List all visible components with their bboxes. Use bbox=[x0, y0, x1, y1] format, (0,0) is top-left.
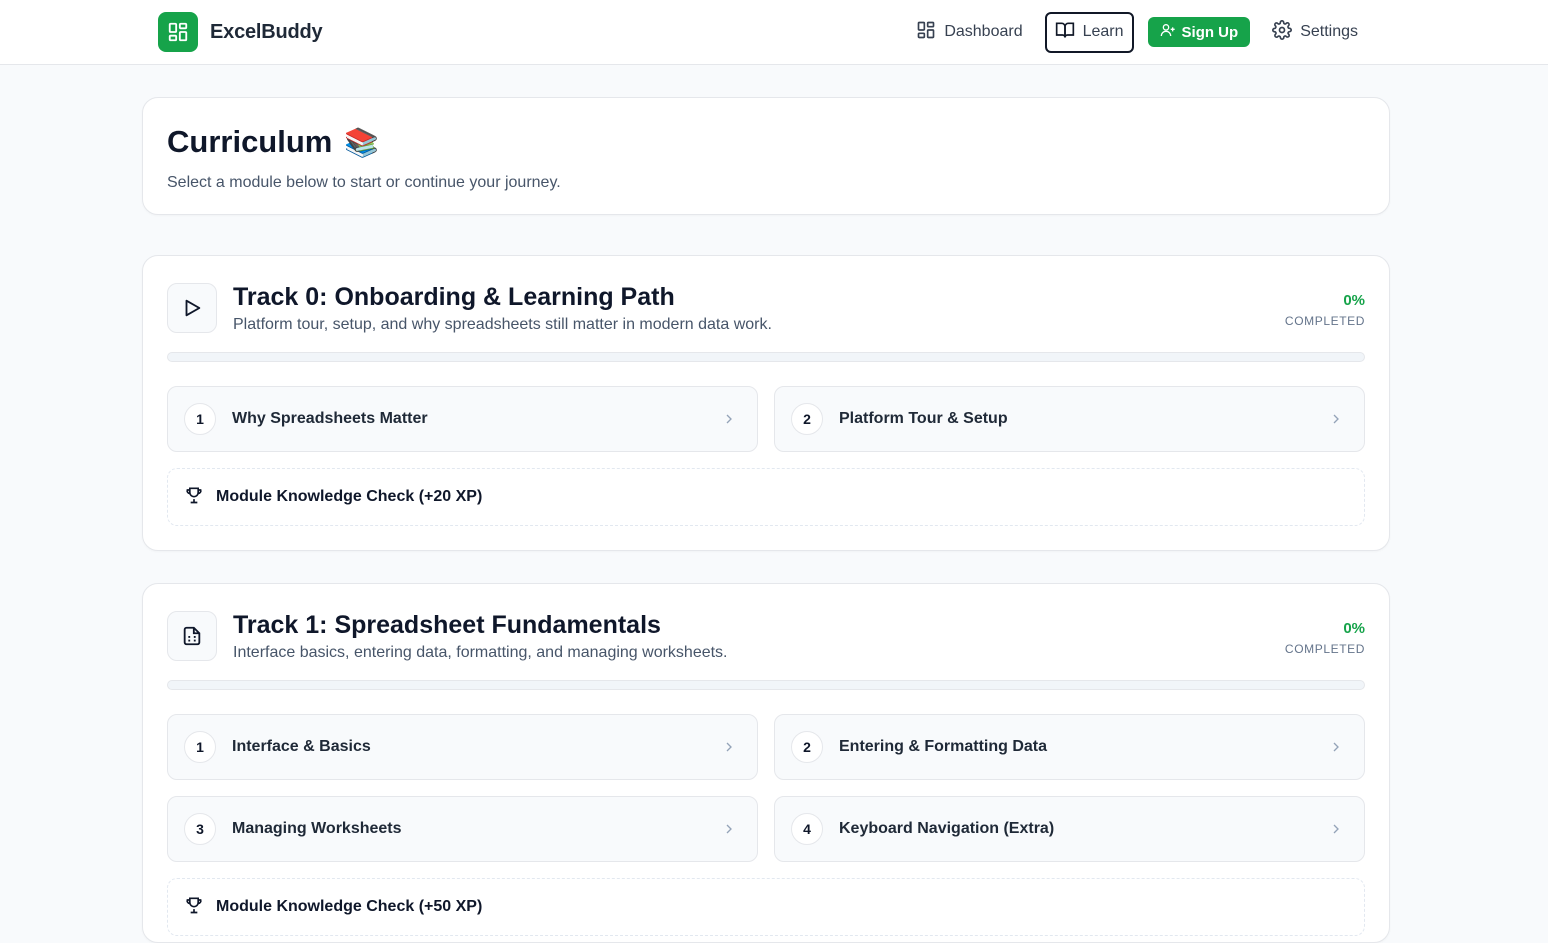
progress-percent: 0% bbox=[1343, 620, 1365, 637]
track-description: Interface basics, entering data, formatt… bbox=[233, 644, 728, 661]
chevron-right-icon bbox=[1328, 821, 1344, 842]
lesson-item[interactable]: 4 Keyboard Navigation (Extra) bbox=[774, 796, 1365, 862]
progress-label: COMPLETED bbox=[1284, 314, 1365, 328]
page-title: Curriculum 📚 bbox=[167, 124, 1365, 160]
chevron-right-icon bbox=[1328, 739, 1344, 760]
track-card: Track 1: Spreadsheet Fundamentals Interf… bbox=[142, 583, 1390, 943]
lesson-title: Platform Tour & Setup bbox=[839, 410, 1008, 427]
chevron-right-icon bbox=[1328, 411, 1344, 432]
lesson-number: 1 bbox=[184, 731, 216, 763]
lesson-item[interactable]: 2 Platform Tour & Setup bbox=[774, 386, 1365, 452]
track-description: Platform tour, setup, and why spreadshee… bbox=[233, 316, 772, 333]
lesson-number: 3 bbox=[184, 813, 216, 845]
signup-label: Sign Up bbox=[1181, 23, 1239, 41]
lesson-item[interactable]: 1 Interface & Basics bbox=[167, 714, 758, 780]
document-icon bbox=[167, 611, 217, 661]
chevron-right-icon bbox=[721, 739, 737, 760]
lesson-title: Managing Worksheets bbox=[232, 820, 402, 837]
lesson-title: Keyboard Navigation (Extra) bbox=[839, 820, 1055, 837]
lesson-number: 2 bbox=[791, 403, 823, 435]
main-nav: Dashboard Learn Sign Up Settings bbox=[908, 11, 1366, 53]
lesson-item[interactable]: 1 Why Spreadsheets Matter bbox=[167, 386, 758, 452]
lesson-number: 2 bbox=[791, 731, 823, 763]
brand-name: ExcelBuddy bbox=[210, 20, 323, 43]
knowledge-check-label: Module Knowledge Check (+50 XP) bbox=[216, 898, 483, 915]
lesson-title: Interface & Basics bbox=[232, 738, 371, 755]
lesson-grid: 1 Why Spreadsheets Matter 2 Platform Tou… bbox=[167, 386, 1365, 452]
track-header: Track 1: Spreadsheet Fundamentals Interf… bbox=[167, 584, 1365, 680]
knowledge-check-label: Module Knowledge Check (+20 XP) bbox=[216, 488, 483, 505]
nav-learn[interactable]: Learn bbox=[1044, 11, 1134, 53]
nav-learn-label: Learn bbox=[1082, 23, 1124, 40]
lesson-item[interactable]: 2 Entering & Formatting Data bbox=[774, 714, 1365, 780]
nav-settings-label: Settings bbox=[1300, 23, 1358, 40]
dashboard-icon bbox=[916, 20, 936, 45]
progress-label: COMPLETED bbox=[1284, 642, 1365, 656]
book-open-icon bbox=[1055, 20, 1075, 45]
track-card: Track 0: Onboarding & Learning Path Plat… bbox=[142, 255, 1390, 551]
trophy-icon bbox=[184, 485, 204, 510]
track-title: Track 0: Onboarding & Learning Path bbox=[233, 283, 675, 311]
lesson-title: Entering & Formatting Data bbox=[839, 738, 1048, 755]
play-icon bbox=[167, 283, 217, 333]
gear-icon bbox=[1272, 19, 1293, 45]
progress-bar bbox=[167, 352, 1365, 362]
signup-button[interactable]: Sign Up bbox=[1147, 17, 1251, 47]
user-plus-icon bbox=[1160, 22, 1176, 42]
books-icon: 📚 bbox=[344, 126, 380, 158]
brand[interactable]: ExcelBuddy bbox=[158, 12, 323, 52]
page-subtitle: Select a module below to start or contin… bbox=[167, 174, 561, 191]
progress-percent: 0% bbox=[1343, 292, 1365, 309]
trophy-icon bbox=[184, 895, 204, 920]
lesson-grid: 1 Interface & Basics 2 Entering & Format… bbox=[167, 714, 1365, 862]
track-title: Track 1: Spreadsheet Fundamentals bbox=[233, 611, 661, 639]
knowledge-check-button[interactable]: Module Knowledge Check (+20 XP) bbox=[167, 468, 1365, 526]
top-navigation-bar: ExcelBuddy Dashboard Learn Sign Up Setti… bbox=[0, 0, 1548, 65]
nav-dashboard-label: Dashboard bbox=[944, 23, 1023, 40]
app-grid-icon bbox=[158, 12, 198, 52]
track-header: Track 0: Onboarding & Learning Path Plat… bbox=[167, 256, 1365, 352]
chevron-right-icon bbox=[721, 411, 737, 432]
lesson-number: 4 bbox=[791, 813, 823, 845]
nav-dashboard[interactable]: Dashboard bbox=[908, 12, 1030, 52]
chevron-right-icon bbox=[721, 821, 737, 842]
lesson-number: 1 bbox=[184, 403, 216, 435]
curriculum-intro-card: Curriculum 📚 Select a module below to st… bbox=[142, 97, 1390, 215]
page-title-text: Curriculum bbox=[167, 124, 333, 159]
nav-settings[interactable]: Settings bbox=[1264, 12, 1366, 52]
lesson-item[interactable]: 3 Managing Worksheets bbox=[167, 796, 758, 862]
knowledge-check-button[interactable]: Module Knowledge Check (+50 XP) bbox=[167, 878, 1365, 936]
progress-bar bbox=[167, 680, 1365, 690]
lesson-title: Why Spreadsheets Matter bbox=[232, 410, 428, 427]
